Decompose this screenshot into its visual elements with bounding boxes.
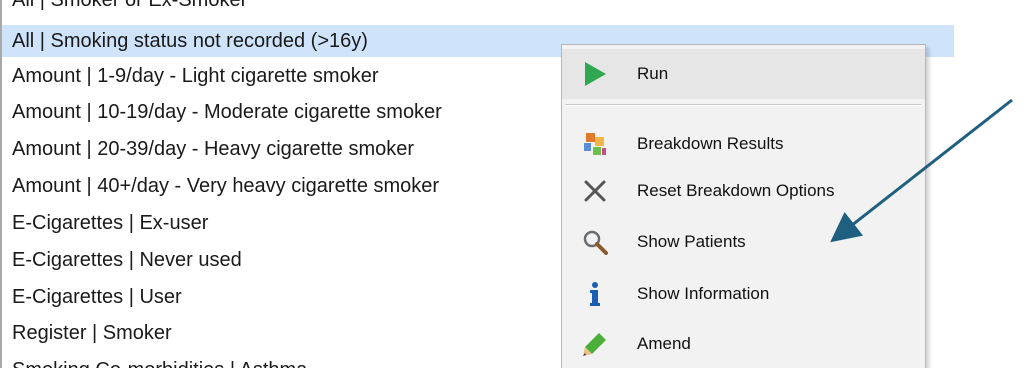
info-icon (590, 282, 600, 306)
menu-item-show-patients[interactable]: Show Patients (562, 217, 925, 267)
menu-item-reset-breakdown-options[interactable]: Reset Breakdown Options (562, 166, 925, 216)
menu-label: Show Patients (637, 232, 746, 251)
list-item[interactable]: Amount | 1-9/day - Light cigarette smoke… (12, 60, 378, 92)
list-item[interactable]: All | Smoker or Ex-Smoker (12, 0, 247, 16)
list-item[interactable]: Amount | 20-39/day - Heavy cigarette smo… (12, 133, 414, 165)
play-icon (585, 62, 606, 86)
list-item[interactable]: Amount | 10-19/day - Moderate cigarette … (12, 96, 442, 128)
menu-separator (565, 104, 921, 106)
list-item[interactable]: E-Cigarettes | Never used (12, 244, 242, 276)
menu-label: Amend (637, 334, 691, 353)
list-item[interactable]: Amount | 40+/day - Very heavy cigarette … (12, 170, 439, 202)
pencil-icon (583, 333, 606, 356)
menu-label: Reset Breakdown Options (637, 181, 835, 200)
menu-item-run[interactable]: Run (562, 49, 925, 99)
context-menu: Run Breakdown Results Reset Breakdown Op… (561, 44, 926, 368)
list-item[interactable]: Smoking Co-morbidities | Asthma (12, 354, 307, 368)
menu-label: Show Information (637, 284, 770, 303)
menu-item-amend[interactable]: Amend (562, 319, 925, 368)
breakdown-icon (584, 133, 606, 155)
list-item[interactable]: E-Cigarettes | User (12, 281, 182, 313)
menu-label: Breakdown Results (637, 134, 784, 153)
magnifier-icon (583, 230, 608, 255)
menu-item-show-information[interactable]: Show Information (562, 269, 925, 319)
menu-item-breakdown-results[interactable]: Breakdown Results (562, 119, 925, 169)
close-icon (584, 180, 606, 202)
list-item[interactable]: E-Cigarettes | Ex-user (12, 207, 208, 239)
list-item[interactable]: Register | Smoker (12, 317, 172, 349)
screenshot-stage: All | Smoker or Ex-Smoker All | Smoking … (0, 0, 1035, 368)
menu-label: Run (637, 64, 669, 83)
